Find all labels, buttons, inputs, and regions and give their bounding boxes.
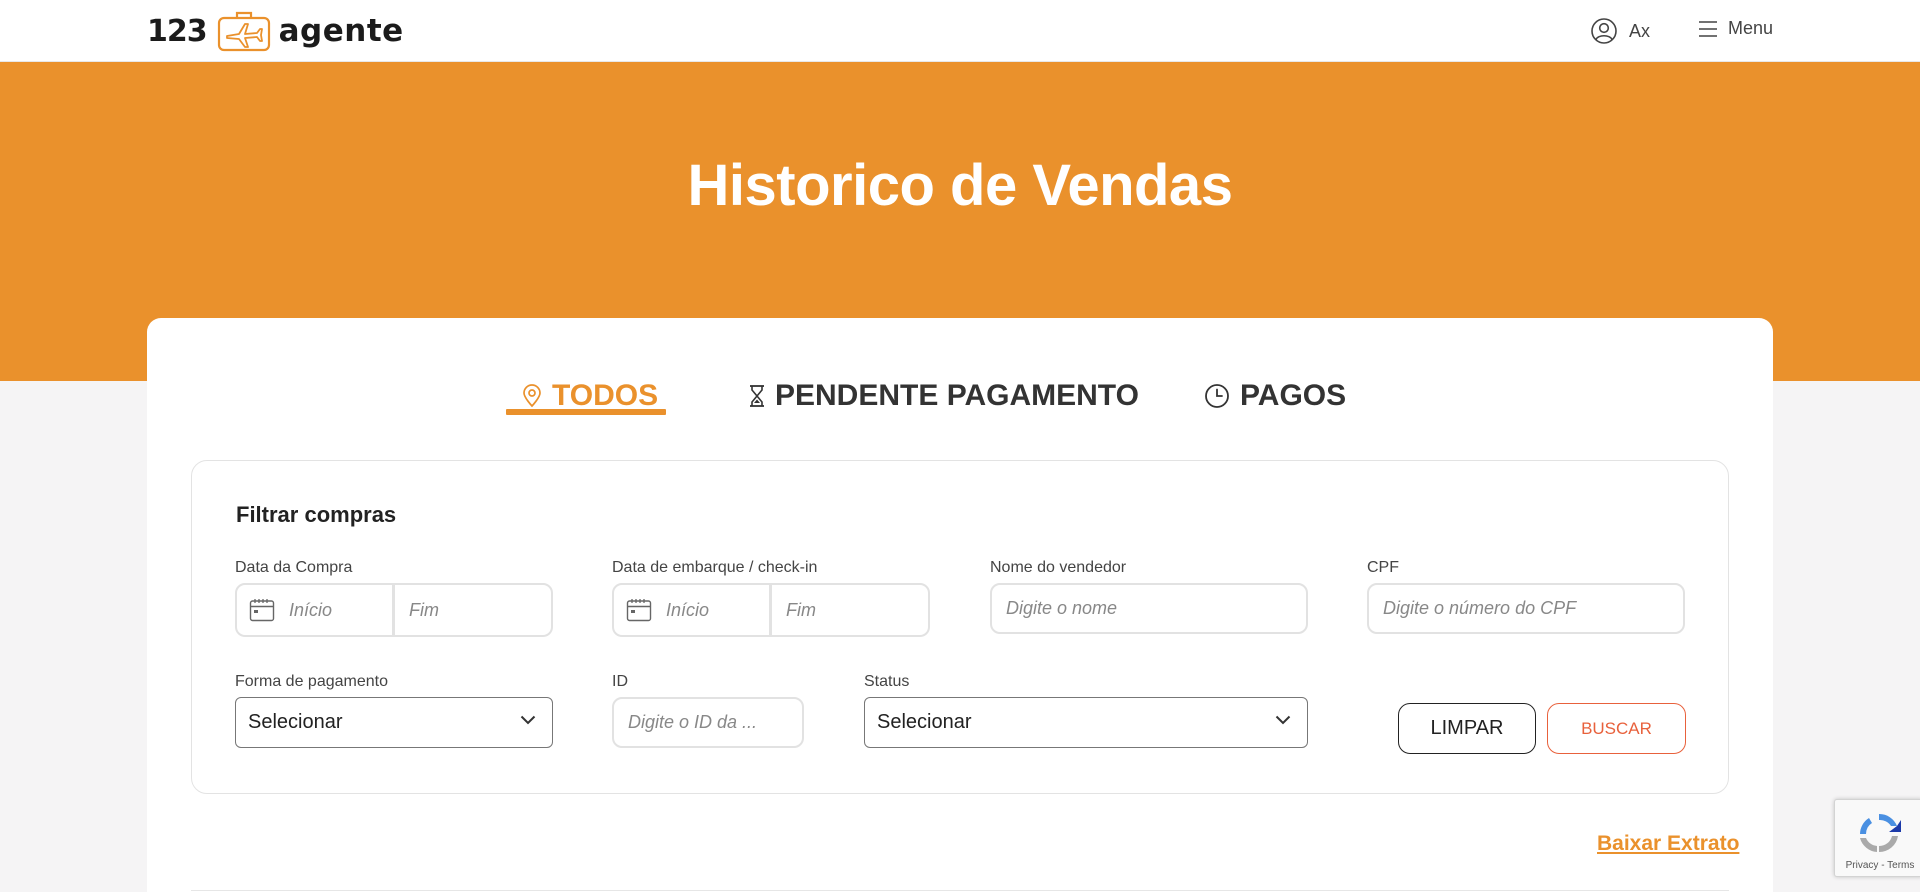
purchase-date-end-placeholder: Fim [409, 599, 439, 620]
tab-todos-label: TODOS [552, 379, 659, 412]
purchase-date-end-input[interactable]: Fim [395, 585, 551, 635]
seller-name-placeholder: Digite o nome [1006, 598, 1118, 618]
purchase-date-label: Data da Compra [235, 559, 353, 576]
recaptcha-footer[interactable]: Privacy - Terms [1835, 860, 1920, 871]
purchase-date-start-input[interactable]: Início [237, 585, 395, 635]
recaptcha-icon [1860, 813, 1901, 853]
id-input[interactable]: Digite o ID da ... [612, 697, 804, 748]
calendar-icon [249, 598, 275, 622]
boarding-date-label: Data de embarque / check-in [612, 559, 818, 576]
menu-button[interactable]: Menu [1698, 18, 1773, 39]
search-button[interactable]: BUSCAR [1547, 703, 1686, 754]
logo-word: agente [278, 13, 404, 49]
page-title: Historico de Vendas [687, 153, 1233, 218]
location-pin-icon [522, 384, 542, 408]
top-navbar: 123 agente Ax Menu [0, 0, 1920, 62]
id-placeholder: Digite o ID da ... [628, 712, 758, 732]
id-label: ID [612, 673, 628, 690]
clock-icon [1204, 383, 1230, 409]
download-extract-link[interactable]: Baixar Extrato [1597, 832, 1739, 856]
user-account-button[interactable]: Ax [1591, 18, 1650, 44]
user-circle-icon [1591, 18, 1617, 44]
payment-method-label: Forma de pagamento [235, 673, 388, 690]
boarding-date-range: Início Fim [612, 583, 930, 637]
filter-panel: Filtrar compras Data da Compra Início Fi… [191, 460, 1729, 794]
suitcase-plane-icon [217, 11, 270, 52]
divider [191, 890, 1729, 891]
filter-title: Filtrar compras [236, 502, 397, 527]
hourglass-icon [749, 384, 765, 408]
menu-label: Menu [1728, 18, 1774, 38]
boarding-date-start-input[interactable]: Início [614, 585, 772, 635]
active-tab-indicator [506, 409, 666, 415]
cpf-label: CPF [1367, 559, 1399, 576]
purchase-date-range: Início Fim [235, 583, 553, 637]
cpf-input[interactable]: Digite o número do CPF [1367, 583, 1685, 634]
tab-pendente-label: PENDENTE PAGAMENTO [775, 379, 1139, 412]
boarding-date-start-placeholder: Início [666, 599, 710, 620]
hamburger-icon [1699, 20, 1717, 37]
calendar-icon [626, 598, 652, 622]
boarding-date-end-input[interactable]: Fim [772, 585, 928, 635]
clear-button[interactable]: LIMPAR [1398, 703, 1536, 754]
tab-pagos-label: PAGOS [1240, 379, 1347, 412]
boarding-date-end-placeholder: Fim [786, 599, 816, 620]
brand-logo[interactable]: 123 agente [147, 9, 404, 53]
cpf-placeholder: Digite o número do CPF [1383, 598, 1577, 618]
sales-history-card: TODOS PENDENTE PAGAMENTO PAGOS Filtrar c… [147, 318, 1773, 892]
status-select[interactable]: Selecionar [864, 697, 1308, 748]
seller-name-label: Nome do vendedor [990, 559, 1127, 576]
payment-method-select[interactable]: Selecionar [235, 697, 553, 748]
payment-method-value: Selecionar [248, 711, 343, 733]
logo-number: 123 [147, 13, 208, 49]
status-value: Selecionar [877, 711, 972, 733]
purchase-date-start-placeholder: Início [289, 599, 333, 620]
tab-pagos[interactable]: PAGOS [1204, 374, 1346, 418]
chevron-down-icon [520, 715, 536, 725]
seller-name-input[interactable]: Digite o nome [990, 583, 1308, 634]
user-name: Ax [1629, 20, 1651, 41]
status-tabs: TODOS PENDENTE PAGAMENTO PAGOS [147, 374, 1773, 414]
tab-pendente-pagamento[interactable]: PENDENTE PAGAMENTO [749, 374, 1139, 418]
chevron-down-icon [1275, 715, 1291, 725]
status-label: Status [864, 673, 910, 690]
recaptcha-badge[interactable]: Privacy - Terms [1834, 799, 1920, 877]
